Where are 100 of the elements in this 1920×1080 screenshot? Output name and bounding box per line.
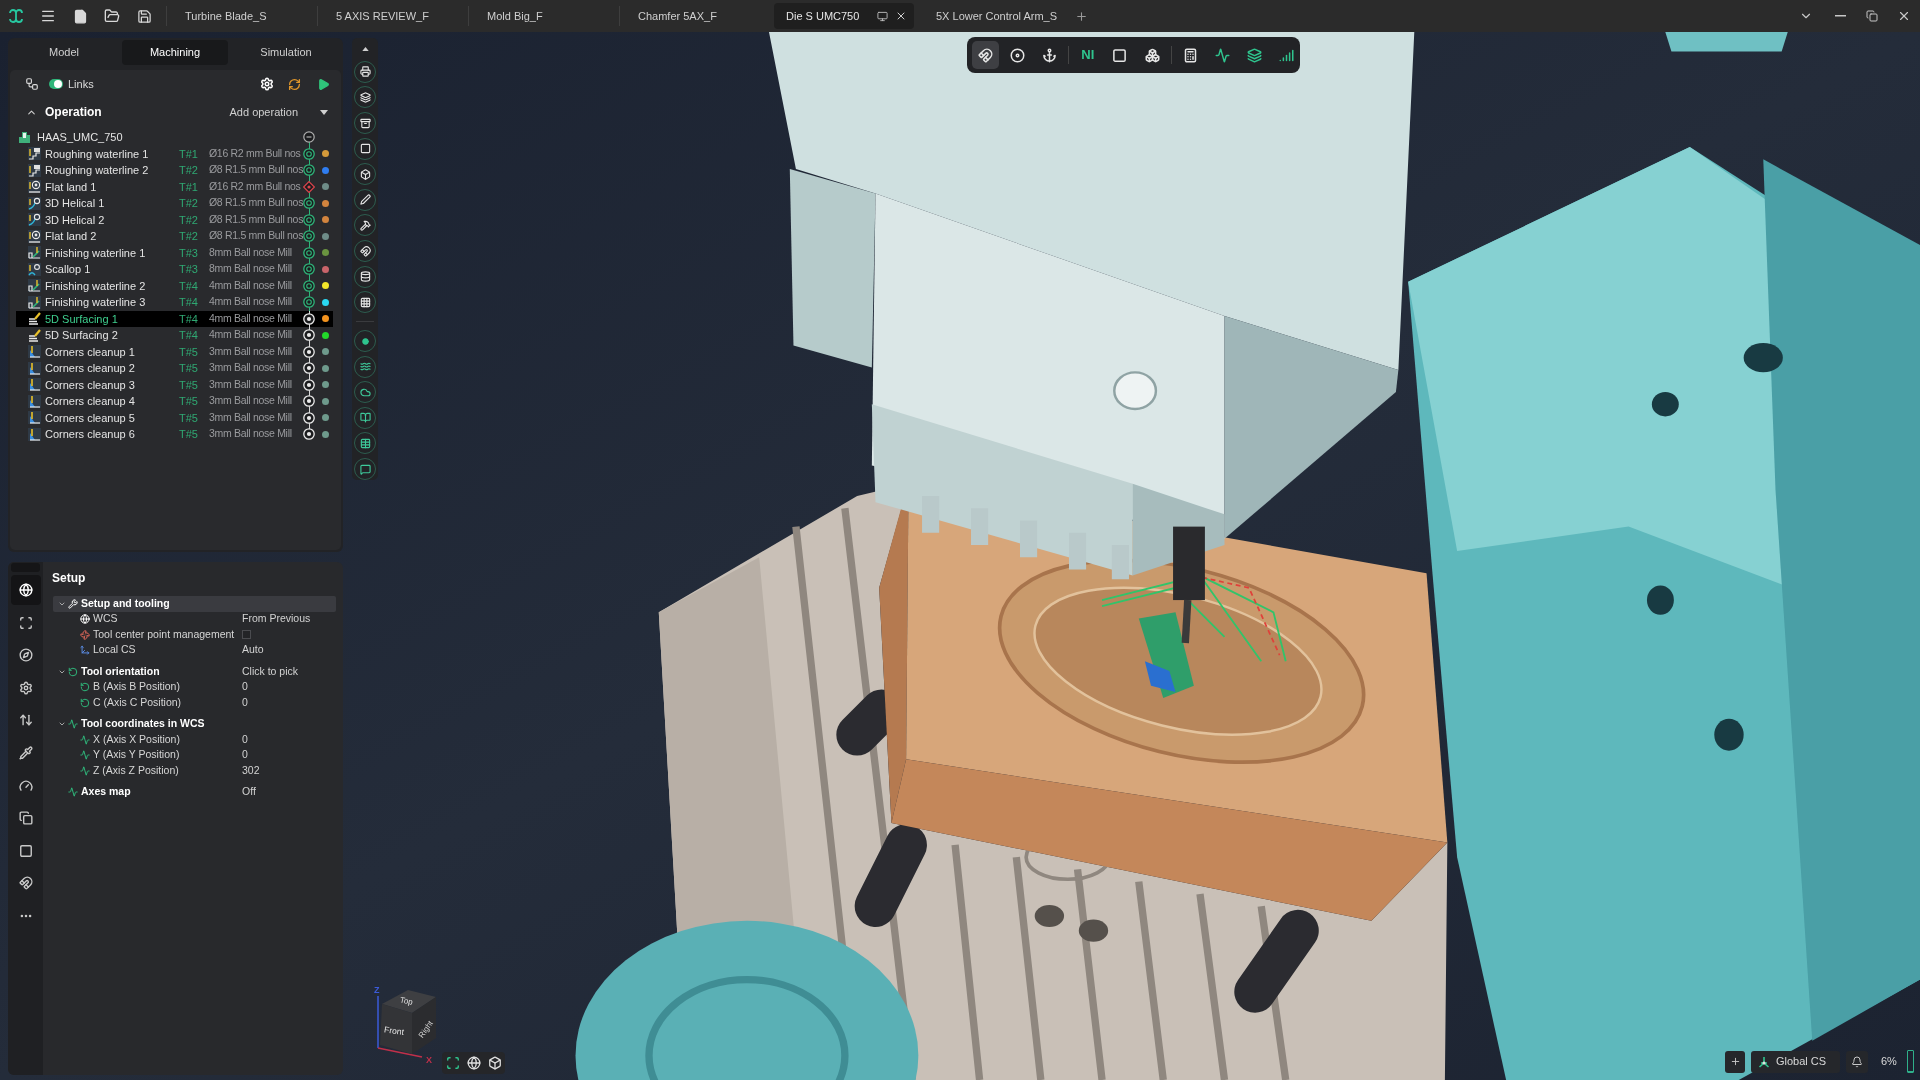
panel-tab[interactable]: Model (11, 40, 117, 65)
viewport-tool-button[interactable] (972, 41, 1000, 69)
operation-row[interactable]: 5D Surfacing 1 T#4 4mm Ball nose Mill (16, 310, 333, 327)
tool-number: T#2 (179, 212, 199, 228)
operation-row[interactable]: Scallop 1 T#3 8mm Ball nose Mill (16, 261, 333, 278)
operation-row[interactable]: 3D Helical 1 T#2 Ø8 R1.5 mm Bull nos (16, 195, 333, 212)
notifications-button[interactable] (1846, 1050, 1868, 1073)
close-icon (895, 10, 907, 22)
add-button[interactable] (1725, 1050, 1745, 1073)
property-value[interactable]: Click to pick (242, 663, 298, 680)
operation-row[interactable]: Flat land 2 T#2 Ø8 R1.5 mm Bull nos (16, 228, 333, 245)
wedge-icon (28, 411, 41, 425)
operation-row[interactable]: 3D Helical 2 T#2 Ø8 R1.5 mm Bull nos (16, 211, 333, 228)
settings-icon (260, 77, 274, 91)
operation-row[interactable]: Corners cleanup 3 T#5 3mm Ball nose Mill (16, 376, 333, 393)
operation-row[interactable]: Roughing waterline 2 T#2 Ø8 R1.5 mm Bull nos (16, 162, 333, 179)
panel-tab[interactable]: Machining (122, 40, 228, 65)
property-row[interactable]: B (Axis B Position) 0 (53, 679, 336, 695)
tool-number: T#2 (179, 196, 199, 211)
operation-row[interactable]: Finishing waterline 1 T#3 8mm Ball nose Mill (16, 244, 333, 261)
operation-row[interactable]: Flat land 1 T#1 Ø16 R2 mm Bull nos (16, 178, 333, 195)
operation-name: Flat land 2 (45, 229, 97, 244)
axis-label: X (426, 1055, 432, 1065)
operation-row[interactable]: Corners cleanup 4 T#5 3mm Ball nose Mill (16, 393, 333, 410)
document-tab[interactable]: Chamfer 5AX_F (620, 0, 770, 32)
view-cube[interactable] (380, 990, 436, 1054)
magnet-icon (978, 47, 994, 63)
property-value[interactable]: 0 (242, 747, 248, 764)
sidebar-button[interactable] (10, 575, 41, 605)
checkbox[interactable] (242, 630, 251, 640)
monitor-icon (877, 10, 888, 22)
links-toggle[interactable] (49, 79, 63, 89)
operation-row[interactable]: Roughing waterline 1 T#1 Ø16 R2 mm Bull nos (16, 145, 333, 162)
operation-row[interactable]: Corners cleanup 2 T#5 3mm Ball nose Mill (16, 360, 333, 377)
operation-row[interactable]: Finishing waterline 2 T#4 4mm Ball nose Mill (16, 277, 333, 294)
tool-description: Ø8 R1.5 mm Bull nos (209, 228, 303, 244)
wedge-icon (28, 345, 41, 359)
play-icon (316, 77, 330, 91)
drag-handle[interactable] (11, 563, 40, 572)
property-value[interactable]: Auto (242, 642, 264, 659)
property-value[interactable]: 302 (242, 762, 260, 779)
tool-number: T#5 (179, 427, 199, 442)
operation-row[interactable]: Corners cleanup 1 T#5 3mm Ball nose Mill (16, 343, 333, 360)
sphere-view-button[interactable] (465, 1055, 482, 1071)
add-operation-dropdown[interactable]: Add operation (229, 103, 331, 121)
tool-number: T#1 (179, 179, 199, 195)
property-row[interactable]: Tool center point management (53, 627, 336, 643)
tool-description: Ø8 R1.5 mm Bull nos (209, 211, 303, 227)
property-label: Tool coordinates in WCS (81, 716, 205, 732)
property-row[interactable]: Setup and tooling (53, 596, 336, 612)
property-row[interactable]: Local CS Auto (53, 642, 336, 658)
tool-number: T#5 (179, 394, 199, 409)
refresh-icon (287, 77, 301, 91)
fit-view-button[interactable] (444, 1055, 461, 1071)
tool-description: 3mm Ball nose Mill (209, 360, 293, 376)
property-row[interactable]: X (Axis X Position) 0 (53, 732, 336, 748)
wrench-icon (68, 598, 78, 609)
display-mode-button[interactable] (486, 1055, 503, 1071)
property-label: Y (Axis Y Position) (93, 747, 180, 763)
property-row[interactable]: C (Axis C Position) 0 (53, 695, 336, 711)
property-row[interactable]: Tool coordinates in WCS (53, 716, 336, 732)
document-tab[interactable]: 5X Lower Control Arm_S (918, 0, 1068, 32)
bars-icon (1278, 47, 1294, 63)
document-tab[interactable]: Turbine Blade_S (167, 0, 317, 32)
operation-name: Finishing waterline 2 (45, 278, 146, 294)
property-value[interactable]: 0 (242, 694, 248, 711)
coordinate-system-button[interactable]: Global CS (1751, 1050, 1840, 1073)
operation-row[interactable]: 5D Surfacing 2 T#4 4mm Ball nose Mill (16, 327, 333, 344)
printer-icon (359, 66, 371, 78)
settings-button[interactable] (259, 76, 275, 92)
activity-icon (1214, 47, 1230, 63)
operation-row[interactable]: Finishing waterline 3 T#4 4mm Ball nose Mill (16, 294, 333, 311)
steps-icon (28, 163, 41, 177)
operation-row[interactable]: Corners cleanup 5 T#5 3mm Ball nose Mill (16, 409, 333, 426)
document-tab[interactable]: Die S UMC750 (774, 3, 914, 29)
property-value[interactable]: 0 (242, 731, 248, 748)
globe-icon (80, 614, 90, 625)
property-row[interactable]: Axes map Off (53, 784, 336, 800)
viewport-tool-button[interactable]: NI (1074, 41, 1102, 69)
panel-tab[interactable]: Simulation (233, 40, 339, 65)
operation-name: Scallop 1 (45, 262, 91, 277)
regenerate-button[interactable] (286, 76, 302, 92)
property-value[interactable]: From Previous (242, 611, 311, 628)
tool-description: 4mm Ball nose Mill (209, 310, 293, 326)
operation-name: 5D Surfacing 2 (45, 328, 118, 343)
rotate-icon (68, 666, 78, 677)
operation-name: Flat land 1 (45, 179, 97, 195)
property-row[interactable]: Y (Axis Y Position) 0 (53, 747, 336, 763)
document-tab[interactable]: Mold Big_F (469, 0, 619, 32)
property-value[interactable]: Off (242, 784, 256, 801)
property-row[interactable]: Z (Axis Z Position) 302 (53, 763, 336, 779)
property-value[interactable]: 0 (242, 679, 248, 696)
tool-description: 3mm Ball nose Mill (209, 393, 293, 409)
tripod-icon (1758, 1055, 1770, 1068)
operation-row[interactable]: Corners cleanup 6 T#5 3mm Ball nose Mill (16, 426, 333, 443)
document-tab[interactable]: 5 AXIS REVIEW_F (318, 0, 468, 32)
fit-frame-icon (445, 1056, 460, 1070)
property-row[interactable]: Tool orientation Click to pick (53, 664, 336, 680)
property-row[interactable]: WCS From Previous (53, 611, 336, 627)
machine-name[interactable]: HAAS_UMC_750 (37, 129, 123, 146)
